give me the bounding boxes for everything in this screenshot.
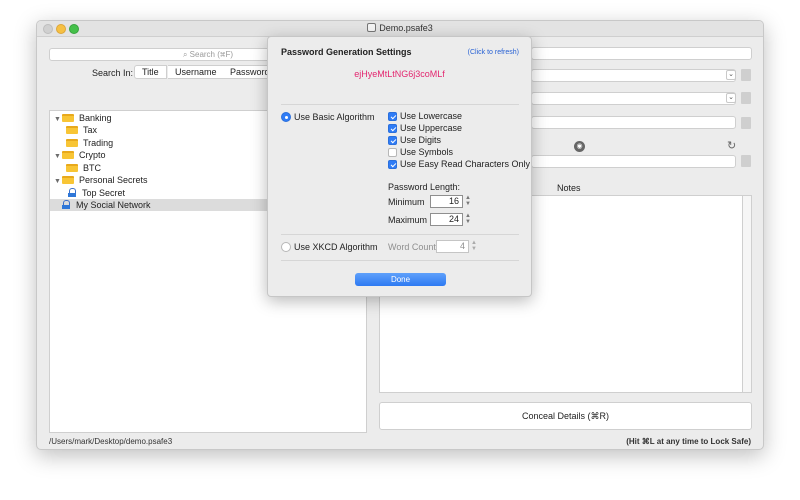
record-icon [62, 200, 70, 209]
disclosure-triangle-icon[interactable]: ▼ [54, 151, 62, 163]
disclosure-triangle-icon[interactable]: ▼ [54, 114, 62, 126]
tree-item-personal-secrets[interactable]: ▼ Personal Secrets [54, 174, 148, 186]
symbols-label[interactable]: Use Symbols [400, 147, 453, 157]
search-in-label: Search In: [92, 68, 134, 78]
password-length-label: Password Length: [388, 182, 461, 192]
basic-algorithm-radio[interactable] [281, 112, 291, 122]
maximum-label: Maximum [388, 215, 428, 225]
username-field[interactable] [531, 92, 736, 105]
copy-icon[interactable] [741, 69, 751, 81]
tree-item-tax[interactable]: Tax [66, 124, 97, 136]
refresh-icon[interactable]: ↻ [727, 139, 736, 152]
generated-password[interactable]: ejHyeMtLtNG6j3coMLf [268, 69, 531, 79]
chevron-down-icon[interactable]: ⌄ [726, 93, 736, 103]
tree-item-banking[interactable]: ▼ Banking [54, 112, 112, 124]
record-icon [68, 188, 76, 197]
lowercase-label[interactable]: Use Lowercase [400, 111, 462, 121]
search-in-title[interactable]: Title [134, 65, 167, 79]
folder-icon [62, 151, 74, 159]
minimum-stepper[interactable]: ▲ ▼ [465, 195, 471, 208]
file-path: /Users/mark/Desktop/demo.psafe3 [49, 437, 173, 446]
tree-item-btc[interactable]: BTC [66, 162, 101, 174]
notes-label: Notes [557, 183, 581, 193]
app-icon [367, 23, 377, 32]
easy-read-label[interactable]: Use Easy Read Characters Only [400, 159, 530, 169]
tree-item-trading[interactable]: Trading [66, 137, 113, 149]
maximum-stepper[interactable]: ▲ ▼ [465, 213, 471, 226]
digits-checkbox[interactable] [388, 136, 397, 145]
tree-item-my-social-network[interactable]: My Social Network [62, 199, 151, 211]
digits-label[interactable]: Use Digits [400, 135, 441, 145]
copy-icon[interactable] [741, 155, 751, 167]
group-field[interactable] [531, 69, 736, 82]
notes-scrollbar[interactable] [743, 195, 752, 393]
word-count-stepper[interactable]: ▲ ▼ [471, 240, 477, 253]
window-title: Demo.psafe3 [37, 23, 763, 33]
xkcd-algorithm-label[interactable]: Use XKCD Algorithm [294, 242, 378, 252]
title-bar: Demo.psafe3 [37, 21, 763, 37]
separator [281, 234, 519, 235]
tree-item-crypto[interactable]: ▼ Crypto [54, 149, 106, 161]
disclosure-triangle-icon[interactable]: ▼ [54, 176, 62, 188]
search-placeholder: Search (⌘F) [189, 50, 234, 59]
chevron-down-icon[interactable]: ⌄ [726, 70, 736, 80]
show-password-icon[interactable]: ◉ [574, 141, 585, 152]
word-count-input[interactable]: 4 [436, 240, 469, 253]
url-field[interactable] [531, 155, 736, 168]
minimum-label: Minimum [388, 197, 425, 207]
folder-icon [66, 164, 78, 172]
search-in-username[interactable]: Username [168, 65, 225, 79]
folder-icon [62, 114, 74, 122]
uppercase-label[interactable]: Use Uppercase [400, 123, 462, 133]
title-field[interactable] [531, 47, 752, 60]
easy-read-checkbox[interactable] [388, 160, 397, 169]
copy-icon[interactable] [741, 117, 751, 129]
uppercase-checkbox[interactable] [388, 124, 397, 133]
refresh-link[interactable]: (Click to refresh) [468, 49, 519, 56]
popover-title: Password Generation Settings [281, 47, 412, 57]
separator [281, 104, 519, 105]
folder-icon [66, 139, 78, 147]
lock-hint: (Hit ⌘L at any time to Lock Safe) [626, 437, 751, 446]
symbols-checkbox[interactable] [388, 148, 397, 157]
password-generation-popover: Password Generation Settings (Click to r… [267, 36, 532, 297]
word-count-label: Word Count [388, 242, 436, 252]
copy-icon[interactable] [741, 92, 751, 104]
folder-icon [62, 176, 74, 184]
done-button[interactable]: Done [355, 273, 446, 286]
separator [281, 260, 519, 261]
tree-item-top-secret[interactable]: Top Secret [68, 187, 125, 199]
lowercase-checkbox[interactable] [388, 112, 397, 121]
search-icon: ⌕ [182, 50, 188, 59]
password-field[interactable] [531, 116, 736, 129]
minimum-length-input[interactable]: 16 [430, 195, 463, 208]
maximum-length-input[interactable]: 24 [430, 213, 463, 226]
conceal-details-button[interactable]: Conceal Details (⌘R) [379, 402, 752, 430]
basic-algorithm-label[interactable]: Use Basic Algorithm [294, 112, 375, 122]
xkcd-algorithm-radio[interactable] [281, 242, 291, 252]
folder-icon [66, 126, 78, 134]
